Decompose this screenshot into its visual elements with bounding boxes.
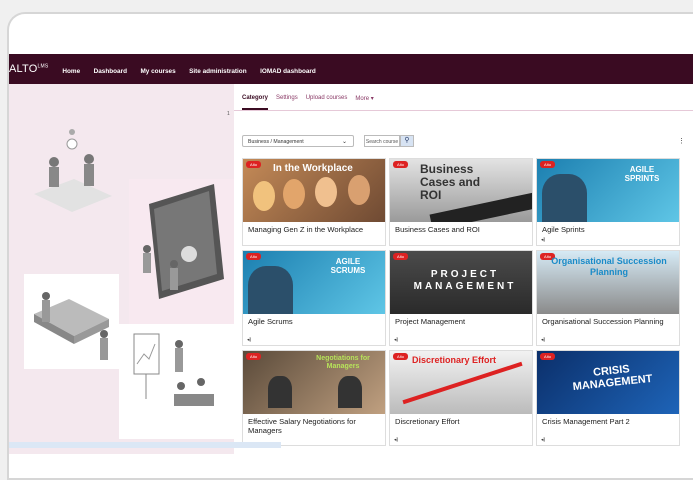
nav-site-administration[interactable]: Site administration	[189, 68, 247, 75]
course-image: Alto Discretionary Effort	[390, 351, 532, 414]
category-select[interactable]: Business / Management ⌄	[242, 135, 354, 147]
course-image: Alto Organisational Succession Planning	[537, 251, 679, 314]
puzzle-icon	[34, 292, 109, 360]
brand-badge: Alto	[393, 353, 408, 360]
chevron-down-icon: ⌄	[341, 139, 347, 145]
status-strip	[9, 442, 281, 448]
course-image: Alto In the Workplace	[243, 159, 385, 222]
illustration-people-idea	[24, 124, 114, 219]
sound-icon: ◂)	[247, 337, 252, 343]
sound-icon: ◂)	[394, 337, 399, 343]
search-button[interactable]: ⚲	[400, 135, 414, 147]
page-marker: 1	[227, 111, 230, 117]
course-title[interactable]: Effective Salary Negotiations for Manage…	[243, 414, 385, 435]
course-card[interactable]: Alto In the Workplace Managing Gen Z in …	[242, 158, 386, 246]
sound-icon: ◂)	[541, 437, 546, 443]
brand-logo[interactable]: ALTOLMS	[9, 63, 48, 75]
sound-icon: ◂)	[541, 337, 546, 343]
course-card[interactable]: Alto AGILE SPRINTS Agile Sprints ◂)	[536, 158, 680, 246]
more-options-icon[interactable]: ⋮	[678, 137, 685, 145]
search-input[interactable]: Search course	[364, 135, 400, 147]
course-image: Alto PROJECT MANAGEMENT	[390, 251, 532, 314]
course-image: Alto Business Cases and ROI	[390, 159, 532, 222]
sound-icon: ◂)	[541, 237, 546, 243]
sound-icon: ◂)	[394, 437, 399, 443]
main-nav: Home Dashboard My courses Site administr…	[62, 60, 324, 86]
course-card[interactable]: Alto Discretionary Effort Discretionary …	[389, 350, 533, 446]
dashboard-screen-icon	[143, 184, 224, 299]
top-navbar: ALTOLMS Home Dashboard My courses Site a…	[9, 54, 693, 86]
course-title[interactable]: Agile Scrums	[243, 314, 385, 326]
nav-my-courses[interactable]: My courses	[140, 68, 175, 75]
illustration-panel	[9, 84, 234, 454]
illustration-presentation	[119, 324, 234, 439]
course-card[interactable]: Alto Negotiations for Managers Effective…	[242, 350, 386, 446]
brand-badge: Alto	[393, 253, 408, 260]
course-card[interactable]: Alto PROJECT MANAGEMENT Project Manageme…	[389, 250, 533, 346]
tab-more[interactable]: More ▾	[355, 95, 373, 102]
course-card[interactable]: Alto Organisational Succession Planning …	[536, 250, 680, 346]
course-subnav: Category Settings Upload courses More ▾	[234, 86, 693, 111]
course-image: Alto Negotiations for Managers	[243, 351, 385, 414]
presentation-icon	[133, 333, 214, 406]
brand-badge: Alto	[246, 161, 261, 168]
brand-badge: Alto	[393, 161, 408, 168]
brand-badge: Alto	[246, 353, 261, 360]
course-title[interactable]: Organisational Succession Planning	[537, 314, 679, 326]
search-icon: ⚲	[404, 137, 410, 144]
course-title[interactable]: Managing Gen Z in the Workplace	[243, 222, 385, 234]
tab-upload-courses[interactable]: Upload courses	[306, 95, 348, 101]
brand-badge: Alto	[540, 161, 555, 168]
course-image: Alto AGILE SPRINTS	[537, 159, 679, 222]
course-image: Alto AGILE SCRUMS	[243, 251, 385, 314]
people-idea-icon	[34, 129, 112, 212]
course-card[interactable]: Alto Business Cases and ROI Business Cas…	[389, 158, 533, 246]
course-card[interactable]: Alto AGILE SCRUMS Agile Scrums ◂)	[242, 250, 386, 346]
nav-iomad-dashboard[interactable]: IOMAD dashboard	[260, 68, 316, 75]
course-title[interactable]: Discretionary Effort	[390, 414, 532, 426]
course-title[interactable]: Crisis Management Part 2	[537, 414, 679, 426]
tab-settings[interactable]: Settings	[276, 95, 298, 101]
course-title[interactable]: Business Cases and ROI	[390, 222, 532, 234]
brand-badge: Alto	[540, 353, 555, 360]
brand-badge: Alto	[246, 253, 261, 260]
tab-category[interactable]: Category	[242, 95, 269, 110]
course-title[interactable]: Agile Sprints	[537, 222, 679, 234]
course-title[interactable]: Project Management	[390, 314, 532, 326]
nav-dashboard[interactable]: Dashboard	[94, 68, 127, 75]
course-image: Alto CRISIS MANAGEMENT	[537, 351, 679, 414]
illustration-puzzle	[24, 274, 119, 369]
illustration-dashboard-screen	[129, 179, 234, 324]
browser-frame: ALTOLMS Home Dashboard My courses Site a…	[7, 12, 693, 480]
course-card[interactable]: Alto CRISIS MANAGEMENT Crisis Management…	[536, 350, 680, 446]
